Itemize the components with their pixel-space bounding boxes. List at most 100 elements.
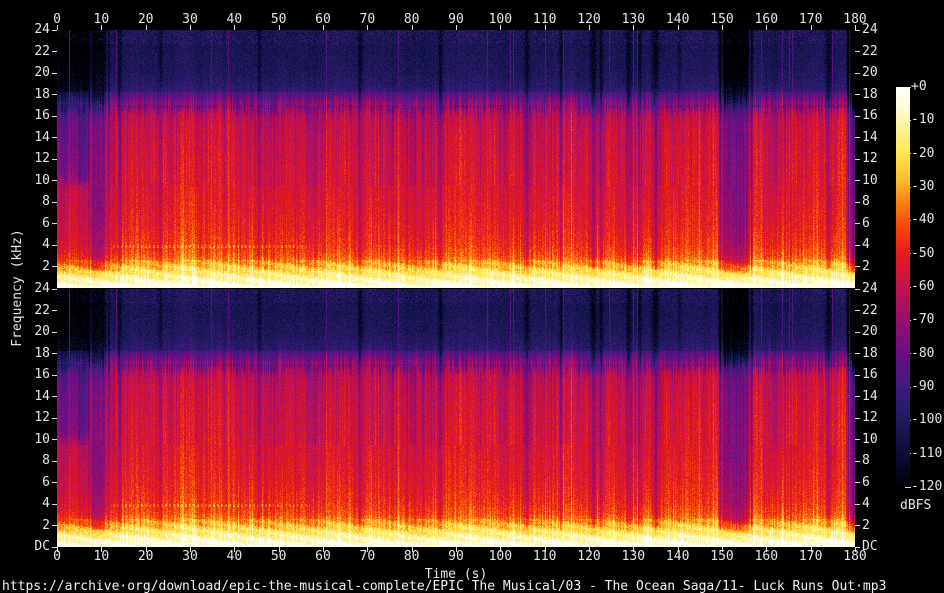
freq-tick-right	[855, 460, 860, 462]
colorbar-unit-label: dBFS	[900, 498, 932, 513]
time-tick-top	[411, 25, 413, 30]
colorbar-tick-label: -100	[911, 412, 943, 428]
time-tick-top	[766, 25, 768, 30]
time-tick-label-bottom: 130	[621, 549, 646, 564]
freq-tick-left	[52, 503, 57, 505]
freq-tick-label-left: 24	[34, 281, 50, 296]
freq-tick-left	[52, 266, 57, 267]
freq-tick-left	[52, 51, 57, 52]
freq-tick-label-right: 10	[862, 172, 878, 188]
time-tick-top	[57, 25, 58, 30]
source-url: https://archive·org/download/epic-the-mu…	[2, 579, 887, 593]
colorbar-tick-label: -110	[911, 445, 943, 461]
freq-tick-label-right: 24	[862, 22, 878, 37]
freq-tick-right	[855, 396, 860, 397]
time-tick-top	[190, 25, 191, 30]
time-tick-top	[810, 25, 812, 30]
time-tick-label-bottom: 80	[403, 549, 420, 564]
freq-tick-left	[52, 158, 57, 160]
freq-tick-label-right: 16	[862, 367, 878, 382]
freq-tick-label-right: 2	[862, 517, 870, 533]
colorbar-tick-label: -30	[911, 179, 935, 194]
freq-tick-left	[52, 439, 57, 440]
freq-tick-label-right: 16	[862, 108, 878, 123]
freq-tick-label-left: 24	[34, 22, 50, 37]
freq-tick-label-right: DC	[862, 539, 878, 554]
freq-tick-left	[52, 72, 57, 74]
time-tick-label-bottom: 30	[182, 549, 198, 564]
freq-tick-label-left: 6	[42, 215, 50, 231]
freq-tick-left	[52, 244, 57, 246]
freq-tick-label-left: 4	[42, 237, 50, 252]
freq-tick-label-left: 22	[34, 302, 50, 318]
time-tick-label-bottom: 20	[137, 549, 154, 564]
time-tick-label-bottom: 40	[226, 549, 243, 564]
freq-tick-left	[52, 29, 57, 31]
time-tick-label-bottom: 150	[710, 549, 734, 564]
freq-tick-right	[855, 288, 860, 290]
time-tick-top	[589, 25, 590, 30]
freq-tick-label-left: 12	[34, 410, 50, 425]
colorbar-tick-label: -80	[911, 345, 935, 361]
freq-tick-left	[52, 331, 57, 333]
colorbar-tick-label: -90	[911, 379, 935, 394]
freq-tick-label-right: 8	[862, 194, 870, 209]
time-tick-label-bottom: 0	[53, 549, 61, 564]
freq-tick-label-right: 20	[862, 65, 878, 80]
freq-tick-label-right: 6	[862, 474, 870, 490]
freq-tick-label-left: DC	[34, 539, 50, 554]
time-tick-label-bottom: 160	[754, 549, 779, 564]
freq-tick-label-left: 12	[34, 151, 50, 166]
time-tick-top	[323, 25, 324, 30]
time-tick-top	[456, 25, 457, 30]
time-tick-label-bottom: 90	[448, 549, 464, 564]
freq-tick-left	[52, 94, 57, 95]
freq-tick-left	[52, 180, 57, 181]
freq-tick-label-left: 10	[34, 172, 50, 188]
freq-tick-label-left: 20	[34, 324, 50, 339]
freq-tick-label-left: 20	[34, 65, 50, 80]
time-tick-top	[278, 25, 280, 30]
freq-tick-right	[855, 180, 860, 181]
freq-tick-left	[52, 417, 57, 419]
freq-tick-left	[52, 115, 57, 117]
colorbar-tick-label: -70	[911, 312, 935, 328]
freq-tick-left	[52, 546, 57, 548]
time-tick-label-bottom: 170	[798, 549, 823, 564]
freq-tick-right	[855, 482, 860, 483]
freq-tick-right	[855, 353, 860, 354]
freq-tick-left	[52, 525, 57, 526]
freq-tick-label-left: 6	[42, 474, 50, 490]
freq-tick-label-right: 22	[862, 43, 878, 59]
freq-tick-label-right: 24	[862, 281, 878, 296]
time-tick-label-bottom: 110	[532, 549, 557, 564]
freq-tick-right	[855, 503, 860, 505]
freq-tick-label-right: 14	[862, 388, 878, 404]
freq-tick-label-right: 14	[862, 129, 878, 145]
freq-tick-label-left: 16	[34, 108, 50, 123]
freq-tick-label-right: 4	[862, 237, 870, 252]
freq-tick-label-right: 2	[862, 258, 870, 274]
freq-tick-label-left: 4	[42, 496, 50, 511]
colorbar-tick-label: +0	[911, 79, 927, 94]
freq-tick-right	[855, 223, 860, 224]
freq-tick-right	[855, 525, 860, 526]
time-tick-top	[145, 25, 147, 30]
freq-tick-left	[52, 482, 57, 483]
freq-tick-label-right: 8	[862, 453, 870, 468]
freq-tick-label-right: 18	[862, 86, 878, 102]
colorbar-tick-label: -60	[911, 279, 935, 294]
freq-tick-right	[855, 94, 860, 95]
freq-tick-right	[855, 51, 860, 52]
colorbar-tick-label: -20	[911, 145, 935, 161]
freq-tick-right	[855, 201, 860, 203]
freq-tick-left	[52, 374, 57, 376]
freq-tick-right	[855, 266, 860, 267]
freq-tick-label-left: 2	[42, 258, 50, 274]
colorbar-tick-label: -50	[911, 245, 935, 261]
freq-tick-label-right: 18	[862, 345, 878, 361]
spectrogram-channel-right	[57, 289, 855, 547]
time-tick-top	[367, 25, 369, 30]
freq-tick-right	[855, 29, 860, 31]
freq-tick-left	[52, 201, 57, 203]
